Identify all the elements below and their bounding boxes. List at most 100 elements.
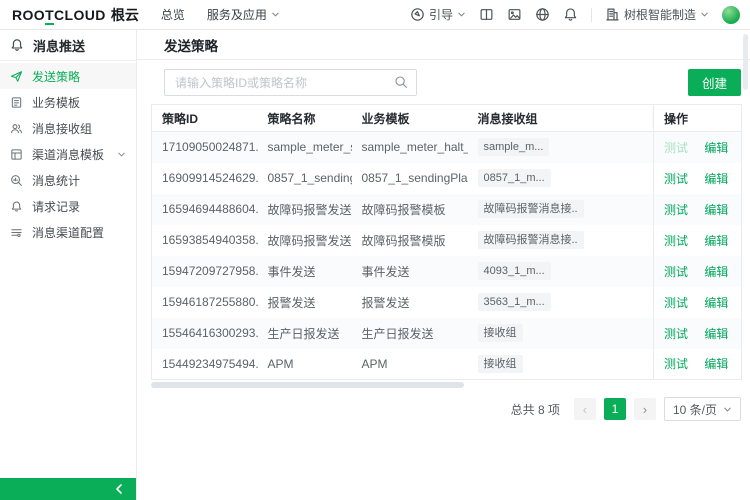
tenant-switcher[interactable]: 树根智能制造 — [605, 6, 709, 23]
pagination-prev-button[interactable]: ‹ — [574, 398, 596, 420]
table-row: 16594694488604... 故障码报警发送... 故障码报警模板 故障码… — [152, 194, 742, 225]
col-strategy-name: 策略名称 — [258, 105, 352, 132]
sidebar-item-label: 消息接收组 — [32, 120, 92, 137]
cell-strategy-id: 16594694488604... — [152, 194, 258, 225]
edit-link[interactable]: 编辑 — [704, 234, 728, 248]
page-size-select[interactable]: 10 条/页 — [664, 397, 741, 421]
receive-group-tag: 故障码报警消息接.. — [478, 231, 584, 249]
receive-group-tag: 故障码报警消息接.. — [478, 200, 584, 218]
cell-strategy-id: 16593854940358... — [152, 225, 258, 256]
receive-group-tag: 4093_1_m... — [478, 262, 551, 280]
chevron-down-icon — [457, 10, 466, 19]
test-link[interactable]: 测试 — [664, 172, 688, 186]
cell-actions: 测试 编辑 — [654, 163, 742, 194]
cell-strategy-name: 事件发送 — [258, 256, 352, 287]
template-doc-icon — [10, 96, 23, 109]
guide-button[interactable]: 引导 — [410, 6, 466, 23]
sidebar-item-label: 发送策略 — [32, 68, 80, 85]
sidebar-item-3[interactable]: 消息接收组 — [0, 115, 136, 141]
vertical-scrollbar-thumb[interactable] — [743, 34, 748, 90]
globe-icon[interactable] — [535, 7, 550, 22]
search-icon[interactable] — [394, 75, 408, 89]
rootcloud-logo[interactable]: ROOTCLOUD 根云 — [12, 5, 139, 25]
pagination-next-button[interactable]: › — [634, 398, 656, 420]
cell-strategy-id: 15946187255880... — [152, 287, 258, 318]
edit-link[interactable]: 编辑 — [704, 172, 728, 186]
edit-link[interactable]: 编辑 — [704, 203, 728, 217]
sidebar-menu: 发送策略 业务模板 消息接收组 渠道消息模板 消息统计 请求记录 消息渠道配置 — [0, 61, 136, 245]
logo-cn-text: 根云 — [111, 5, 139, 25]
create-button[interactable]: 创建 — [688, 69, 741, 96]
table-body: 17109050024871... sample_meter_se... sam… — [152, 132, 742, 380]
message-push-bell-icon — [10, 38, 24, 52]
user-avatar[interactable] — [722, 6, 740, 24]
sidebar-item-label: 请求记录 — [32, 198, 80, 215]
sidebar-item-5[interactable]: 消息统计 — [0, 167, 136, 193]
sidebar-title: 消息推送 — [0, 30, 136, 61]
cell-strategy-name: APM — [258, 349, 352, 380]
cell-receive-group: 接收组 — [468, 318, 654, 349]
cell-receive-group: sample_m... — [468, 132, 654, 163]
sidebar-item-4[interactable]: 渠道消息模板 — [0, 141, 136, 167]
pagination-page-1[interactable]: 1 — [604, 398, 626, 420]
sidebar-item-2[interactable]: 业务模板 — [0, 89, 136, 115]
test-link[interactable]: 测试 — [664, 265, 688, 279]
test-link[interactable]: 测试 — [664, 203, 688, 217]
table-row: 15947209727958... 事件发送 事件发送 4093_1_m... … — [152, 256, 742, 287]
test-link[interactable]: 测试 — [664, 357, 688, 371]
sidebar-item-label: 消息渠道配置 — [32, 224, 104, 241]
search-input[interactable] — [164, 69, 417, 96]
notification-bell-icon[interactable] — [563, 7, 578, 22]
cell-receive-group: 0857_1_m... — [468, 163, 654, 194]
sidebar-item-label: 业务模板 — [32, 94, 80, 111]
cell-strategy-name: 故障码报警发送... — [258, 225, 352, 256]
screenshot-icon[interactable] — [507, 7, 522, 22]
cell-actions: 测试 编辑 — [654, 256, 742, 287]
sidebar-collapse-button[interactable] — [0, 478, 136, 500]
edit-link[interactable]: 编辑 — [704, 265, 728, 279]
sidebar-item-6[interactable]: 请求记录 — [0, 193, 136, 219]
test-link[interactable]: 测试 — [664, 234, 688, 248]
paper-plane-icon — [10, 70, 23, 83]
table-header-row: 策略ID 策略名称 业务模板 消息接收组 操作 — [152, 105, 742, 132]
cell-business-template: 报警发送 — [352, 287, 468, 318]
nav-services-apps[interactable]: 服务及应用 — [207, 6, 280, 23]
cell-strategy-name: 生产日报发送 — [258, 318, 352, 349]
toolbar: 创建 — [137, 60, 750, 104]
sidebar: 消息推送 发送策略 业务模板 消息接收组 渠道消息模板 消息统计 请求记录 消息… — [0, 30, 137, 500]
test-link[interactable]: 测试 — [664, 296, 688, 310]
pagination: 总共 8 项 ‹ 1 › 10 条/页 — [137, 388, 750, 421]
cell-receive-group: 故障码报警消息接.. — [468, 194, 654, 225]
cell-strategy-id: 15449234975494... — [152, 349, 258, 380]
channel-template-icon — [10, 148, 23, 161]
topbar-nav: 总览 服务及应用 — [161, 6, 280, 23]
cell-receive-group: 故障码报警消息接.. — [468, 225, 654, 256]
cell-strategy-name: 故障码报警发送... — [258, 194, 352, 225]
nav-overview[interactable]: 总览 — [161, 6, 185, 23]
sidebar-item-7[interactable]: 消息渠道配置 — [0, 219, 136, 245]
edit-link[interactable]: 编辑 — [704, 327, 728, 341]
table-zone: 策略ID 策略名称 业务模板 消息接收组 操作 17109050024871..… — [137, 104, 750, 388]
test-link[interactable]: 测试 — [664, 141, 688, 155]
sidebar-item-label: 渠道消息模板 — [32, 146, 104, 163]
cell-strategy-name: 报警发送 — [258, 287, 352, 318]
table-row: 16909914524629... 0857_1_sendingP... 085… — [152, 163, 742, 194]
receive-group-tag: 0857_1_m... — [478, 169, 551, 187]
docs-panel-icon[interactable] — [479, 7, 494, 22]
edit-link[interactable]: 编辑 — [704, 357, 728, 371]
receive-group-tag: 接收组 — [478, 324, 523, 342]
chevron-down-icon — [271, 10, 280, 19]
sidebar-item-1[interactable]: 发送策略 — [0, 63, 136, 89]
chevron-down-icon — [700, 10, 709, 19]
test-link[interactable]: 测试 — [664, 327, 688, 341]
edit-link[interactable]: 编辑 — [704, 296, 728, 310]
cell-actions: 测试 编辑 — [654, 194, 742, 225]
cell-strategy-id: 16909914524629... — [152, 163, 258, 194]
chevron-down-icon — [117, 150, 126, 159]
pagination-total: 总共 8 项 — [511, 401, 560, 418]
cell-actions: 测试 编辑 — [654, 349, 742, 380]
receive-group-tag: 3563_1_m... — [478, 293, 551, 311]
edit-link[interactable]: 编辑 — [704, 141, 728, 155]
receive-group-tag: sample_m... — [478, 138, 550, 156]
cell-business-template: 事件发送 — [352, 256, 468, 287]
